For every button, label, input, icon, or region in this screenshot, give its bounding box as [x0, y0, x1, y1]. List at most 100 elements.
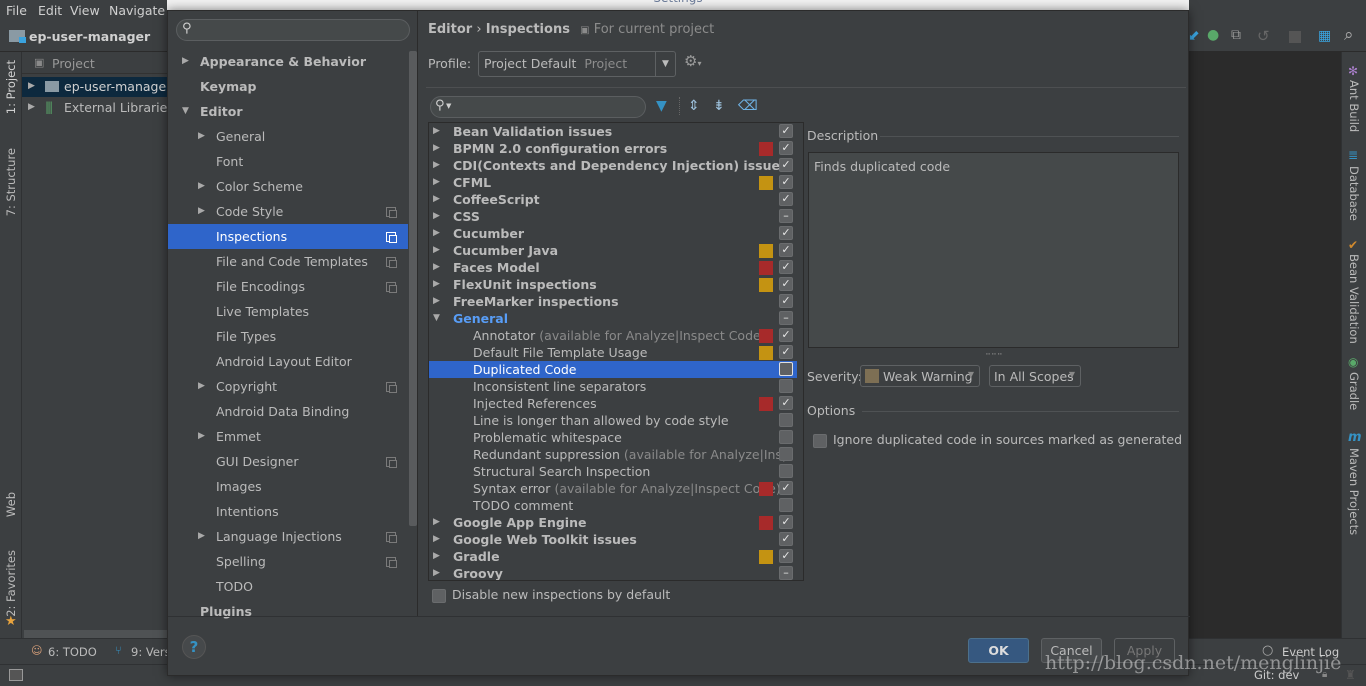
- inspection-row[interactable]: Redundant suppression (available for Anal…: [429, 446, 797, 463]
- expand-arrow-icon[interactable]: ▶: [198, 524, 205, 549]
- search-everywhere-icon[interactable]: ⌕: [1344, 25, 1354, 45]
- tool-todo[interactable]: 6: TODO: [48, 645, 97, 659]
- vcs-commit-icon[interactable]: ●: [1207, 27, 1219, 43]
- inspection-group-row[interactable]: ▶ BPMN 2.0 configuration errors ✓: [429, 140, 797, 157]
- inspection-enabled-checkbox[interactable]: ✓: [779, 328, 793, 342]
- collapse-arrow-icon[interactable]: ▼: [182, 99, 189, 124]
- disable-new-inspections-checkbox[interactable]: Disable new inspections by default: [432, 587, 670, 603]
- inspection-row[interactable]: Structural Search Inspection: [429, 463, 797, 480]
- inspection-row[interactable]: TODO comment: [429, 497, 797, 514]
- inspection-group-row[interactable]: ▶ FlexUnit inspections ✓: [429, 276, 797, 293]
- expand-arrow-icon[interactable]: ▶: [433, 140, 440, 157]
- inspections-search-input[interactable]: ⚲ ▼: [430, 96, 646, 118]
- inspection-group-row[interactable]: ▶ CFML ✓: [429, 174, 797, 191]
- expand-arrow-icon[interactable]: ▶: [198, 174, 205, 199]
- settings-tree-item[interactable]: TODO: [168, 574, 408, 599]
- menu-edit[interactable]: Edit: [38, 3, 62, 18]
- expand-arrow-icon[interactable]: ▶: [433, 565, 440, 580]
- inspection-enabled-checkbox[interactable]: ✓: [779, 549, 793, 563]
- inspection-enabled-checkbox[interactable]: [779, 464, 793, 478]
- ok-button[interactable]: OK: [968, 638, 1029, 663]
- settings-tree-item[interactable]: ▼ Editor: [168, 99, 408, 124]
- inspection-group-row[interactable]: ▶ Faces Model ✓: [429, 259, 797, 276]
- inspection-group-row[interactable]: ▶ CDI(Contexts and Dependency Injection) …: [429, 157, 797, 174]
- menu-view[interactable]: View: [70, 3, 100, 18]
- tool-gradle[interactable]: Gradle: [1347, 372, 1361, 410]
- settings-tree-scrollbar[interactable]: [409, 51, 417, 526]
- inspection-enabled-checkbox[interactable]: ✓: [779, 158, 793, 172]
- project-panel-title[interactable]: Project: [52, 56, 95, 71]
- inspection-enabled-checkbox[interactable]: –: [779, 311, 793, 325]
- inspection-row[interactable]: Line is longer than allowed by code styl…: [429, 412, 797, 429]
- inspection-group-row[interactable]: ▶ FreeMarker inspections ✓: [429, 293, 797, 310]
- expand-arrow-icon[interactable]: ▶: [198, 124, 205, 149]
- tool-version-control[interactable]: 9: Vers: [131, 645, 171, 659]
- settings-tree-item[interactable]: File and Code Templates: [168, 249, 408, 274]
- inspection-enabled-checkbox[interactable]: ✓: [779, 294, 793, 308]
- inspection-enabled-checkbox[interactable]: [779, 498, 793, 512]
- inspection-group-row[interactable]: ▼ General –: [429, 310, 797, 327]
- inspection-group-row[interactable]: ▶ Google App Engine ✓: [429, 514, 797, 531]
- inspection-enabled-checkbox[interactable]: ✓: [779, 192, 793, 206]
- vcs-history-icon[interactable]: ⧉: [1231, 27, 1241, 43]
- settings-tree-item[interactable]: File Types: [168, 324, 408, 349]
- inspection-enabled-checkbox[interactable]: –: [779, 209, 793, 223]
- expand-arrow-icon[interactable]: ▶: [433, 293, 440, 310]
- inspection-row[interactable]: Annotator (available for Analyze|Inspect …: [429, 327, 797, 344]
- tool-ant-build[interactable]: Ant Build: [1347, 80, 1361, 132]
- filter-icon[interactable]: ▼: [656, 98, 667, 114]
- dialog-titlebar[interactable]: Settings: [167, 0, 1189, 10]
- settings-tree-item[interactable]: ▶ Color Scheme: [168, 174, 408, 199]
- settings-tree-item[interactable]: Spelling: [168, 549, 408, 574]
- tool-project[interactable]: 1: Project: [4, 60, 18, 114]
- project-tree-item[interactable]: External Libraries: [64, 100, 174, 115]
- settings-search-input[interactable]: ⚲: [176, 19, 410, 41]
- gear-icon[interactable]: ⚙▾: [684, 52, 701, 70]
- inspection-enabled-checkbox[interactable]: ✓: [779, 243, 793, 257]
- expand-arrow-icon[interactable]: ▶: [433, 208, 440, 225]
- scope-dropdown[interactable]: In All Scopes ▼: [989, 365, 1081, 387]
- ignore-generated-checkbox[interactable]: Ignore duplicated code in sources marked…: [813, 432, 1182, 448]
- inspection-enabled-checkbox[interactable]: ✓: [779, 345, 793, 359]
- toggle-tool-windows-icon[interactable]: [9, 669, 23, 681]
- inspection-row[interactable]: Syntax error (available for Analyze|Inspe…: [429, 480, 797, 497]
- inspector-icon[interactable]: ♜: [1345, 668, 1356, 682]
- expand-arrow-icon[interactable]: ▶: [433, 531, 440, 548]
- project-horizontal-scrollbar[interactable]: [24, 630, 167, 638]
- inspection-enabled-checkbox[interactable]: –: [779, 566, 793, 580]
- inspection-enabled-checkbox[interactable]: [779, 447, 793, 461]
- collapse-arrow-icon[interactable]: ▼: [433, 310, 440, 327]
- settings-tree-item[interactable]: ▶ Code Style: [168, 199, 408, 224]
- inspection-group-row[interactable]: ▶ CoffeeScript ✓: [429, 191, 797, 208]
- tool-web[interactable]: Web: [4, 492, 18, 517]
- settings-tree-item[interactable]: Images: [168, 474, 408, 499]
- expand-arrow-icon[interactable]: ▶: [433, 259, 440, 276]
- expand-arrow-icon[interactable]: ▶: [433, 276, 440, 293]
- inspection-enabled-checkbox[interactable]: ✓: [779, 396, 793, 410]
- settings-tree-item[interactable]: ▶ Appearance & Behavior: [168, 49, 408, 74]
- expand-arrow-icon[interactable]: ▶: [433, 123, 440, 140]
- expand-all-icon[interactable]: ⇕: [688, 98, 700, 114]
- reset-to-default-icon[interactable]: ⌫: [738, 98, 758, 114]
- inspection-group-row[interactable]: ▶ Google Web Toolkit issues ✓: [429, 531, 797, 548]
- inspection-enabled-checkbox[interactable]: ✓: [779, 515, 793, 529]
- inspection-enabled-checkbox[interactable]: ✓: [779, 124, 793, 138]
- menu-navigate[interactable]: Navigate: [109, 3, 165, 18]
- inspection-enabled-checkbox[interactable]: [779, 362, 793, 376]
- inspection-group-row[interactable]: ▶ Cucumber ✓: [429, 225, 797, 242]
- inspection-row[interactable]: Inconsistent line separators: [429, 378, 797, 395]
- settings-tree-item[interactable]: Android Layout Editor: [168, 349, 408, 374]
- tool-database[interactable]: Database: [1347, 166, 1361, 221]
- checkbox[interactable]: [813, 433, 827, 448]
- inspection-row[interactable]: Injected References ✓: [429, 395, 797, 412]
- settings-tree-item[interactable]: ▶ Language Injections: [168, 524, 408, 549]
- settings-tree-item[interactable]: Intentions: [168, 499, 408, 524]
- inspection-group-row[interactable]: ▶ Cucumber Java ✓: [429, 242, 797, 259]
- settings-tree-item[interactable]: ▶ Emmet: [168, 424, 408, 449]
- inspection-enabled-checkbox[interactable]: ✓: [779, 260, 793, 274]
- nav-project-name[interactable]: ep-user-manager: [29, 29, 150, 44]
- expand-arrow-icon[interactable]: ▶: [433, 157, 440, 174]
- expand-arrow-icon[interactable]: ▶: [182, 49, 189, 74]
- settings-tree-item[interactable]: Inspections: [168, 224, 408, 249]
- expand-arrow-icon[interactable]: ▶: [433, 191, 440, 208]
